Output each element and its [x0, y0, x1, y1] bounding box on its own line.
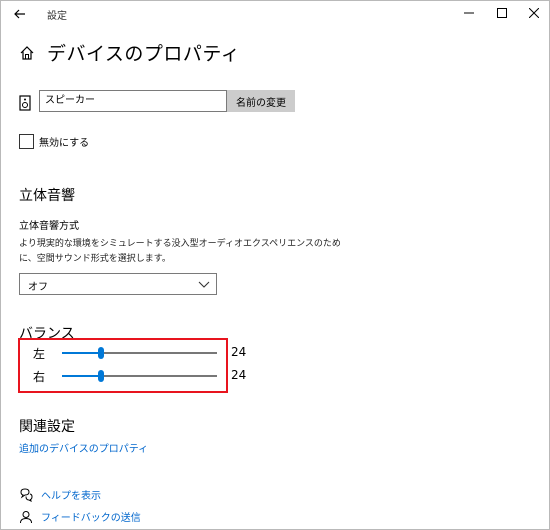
home-icon[interactable] — [19, 45, 35, 61]
maximize-button[interactable] — [491, 4, 513, 22]
back-arrow-icon — [14, 9, 25, 19]
feedback-link-text[interactable]: フィードバックの送信 — [41, 509, 141, 524]
disable-checkbox-label[interactable]: 無効にする — [39, 134, 89, 149]
chevron-down-icon — [198, 281, 210, 288]
window-title: 設定 — [47, 11, 67, 22]
back-button[interactable] — [9, 4, 31, 24]
right-slider-thumb[interactable] — [98, 370, 104, 382]
minimize-icon — [464, 12, 474, 14]
close-icon — [529, 8, 539, 18]
settings-window: 設定 デバイスのプロパティ 名前の変更 無効にする 立体音響 立体音響方式 より… — [0, 0, 550, 530]
left-balance-slider[interactable] — [62, 347, 217, 359]
right-channel-value: 24 — [231, 368, 247, 382]
spatial-format-label: 立体音響方式 — [19, 221, 79, 232]
help-link[interactable]: ヘルプを表示 — [19, 487, 101, 502]
right-balance-slider[interactable] — [62, 370, 217, 382]
feedback-icon — [20, 510, 32, 523]
right-slider-track — [104, 375, 217, 377]
spatial-format-dropdown[interactable]: オフ — [19, 273, 217, 295]
related-settings-heading: 関連設定 — [19, 419, 75, 435]
rename-button[interactable]: 名前の変更 — [227, 90, 295, 112]
left-slider-track — [104, 352, 217, 354]
spatial-format-selected: オフ — [28, 282, 48, 293]
spatial-sound-heading: 立体音響 — [19, 188, 75, 204]
help-link-text[interactable]: ヘルプを表示 — [41, 487, 101, 502]
help-icon — [20, 487, 33, 502]
feedback-link[interactable]: フィードバックの送信 — [19, 509, 141, 524]
left-channel-value: 24 — [231, 345, 247, 359]
speaker-device-icon — [19, 95, 31, 111]
close-button[interactable] — [523, 4, 545, 22]
page-title: デバイスのプロパティ — [47, 43, 241, 65]
disable-checkbox[interactable] — [19, 134, 34, 149]
minimize-button[interactable] — [458, 4, 480, 22]
left-channel-label: 左 — [33, 347, 46, 361]
spatial-description: より現実的な環境をシミュレートする没入型オーディオエクスペリエンスのために、空間… — [19, 239, 341, 264]
right-slider-fill — [62, 375, 98, 377]
title-bar: 設定 — [1, 1, 549, 27]
left-slider-fill — [62, 352, 98, 354]
maximize-icon — [497, 8, 507, 18]
left-slider-thumb[interactable] — [98, 347, 104, 359]
right-channel-label: 右 — [33, 370, 46, 384]
device-name-input[interactable] — [39, 90, 227, 112]
additional-device-properties-link[interactable]: 追加のデバイスのプロパティ — [19, 440, 148, 455]
